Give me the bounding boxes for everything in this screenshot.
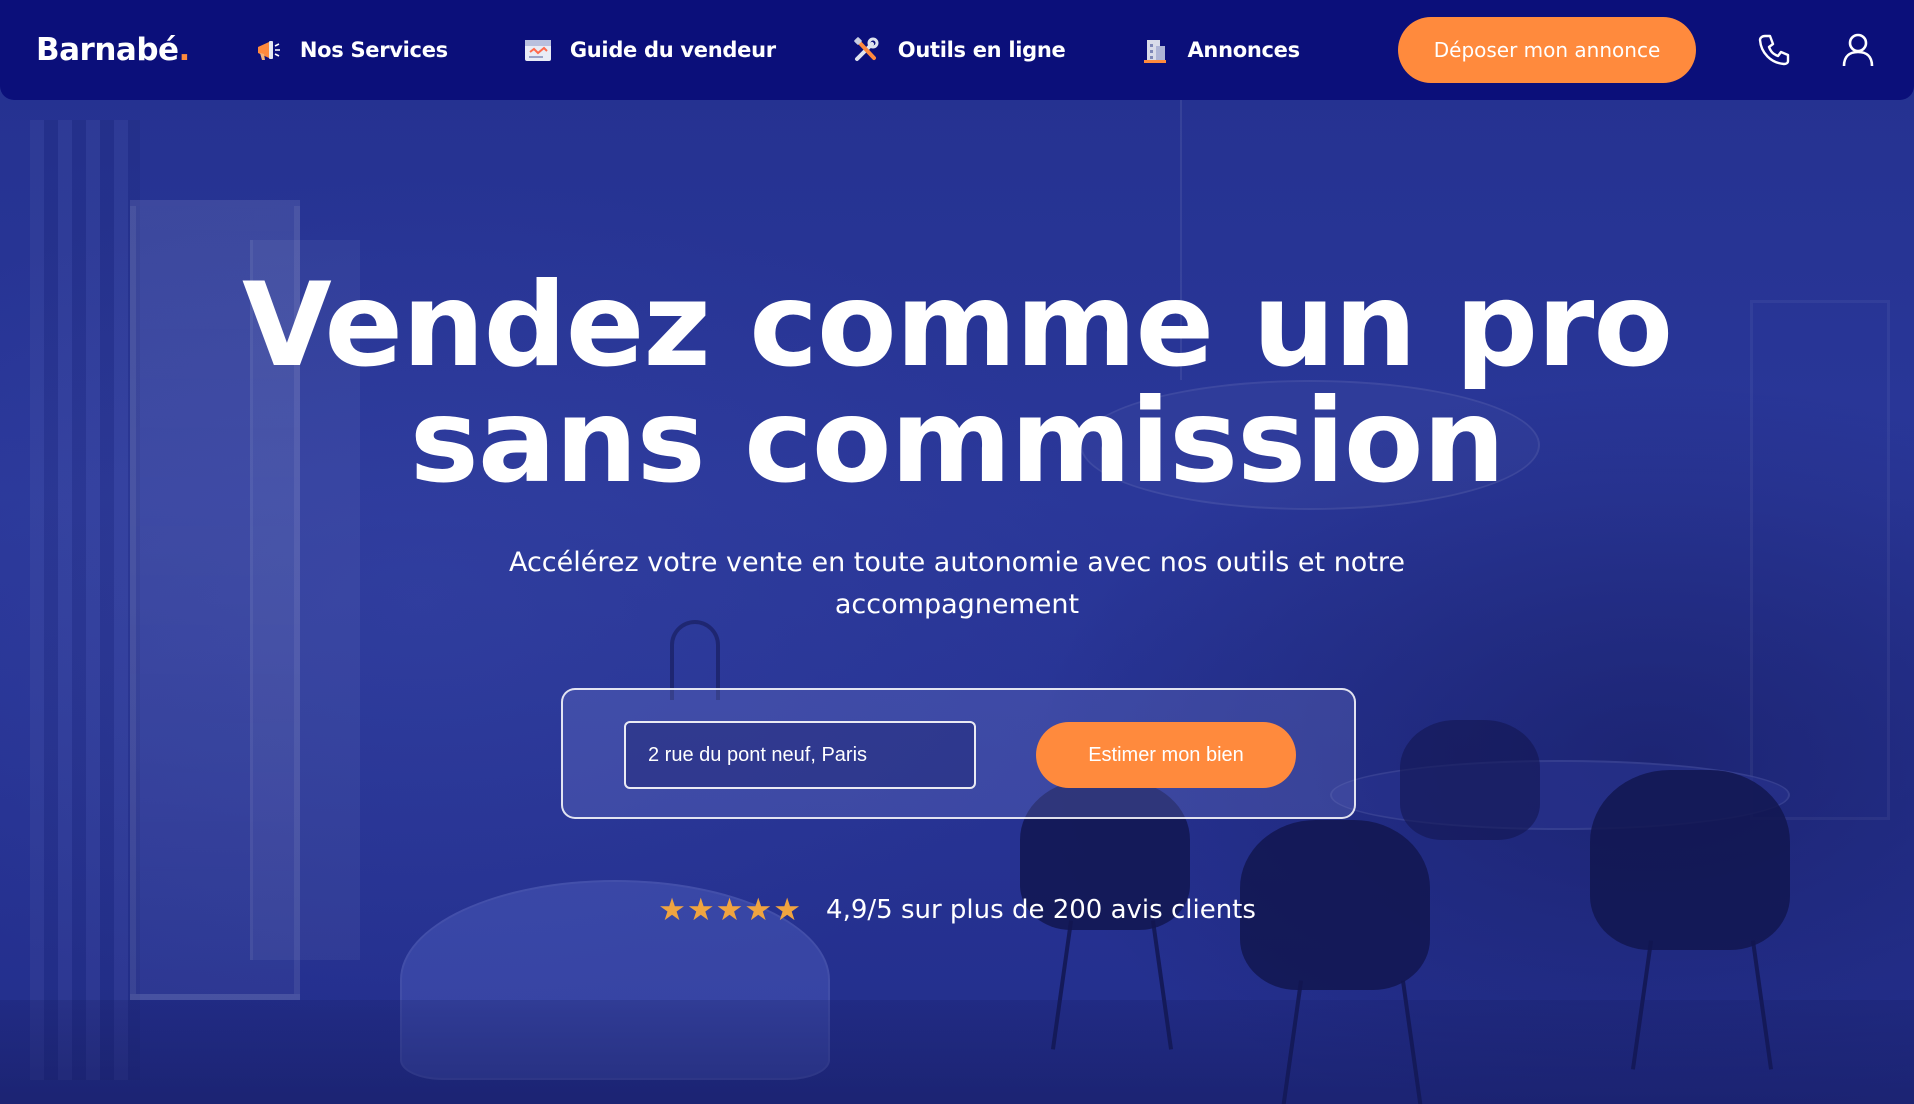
star-rating-icon: ★★★★★ — [658, 892, 803, 927]
floor — [0, 1000, 1914, 1104]
building-icon — [1141, 36, 1169, 64]
brand-logo[interactable]: Barnabé. — [36, 32, 190, 68]
post-listing-button[interactable]: Déposer mon annonce — [1398, 17, 1696, 83]
nav-actions: Déposer mon annonce — [1398, 17, 1878, 83]
user-icon[interactable] — [1838, 30, 1878, 70]
nav-label: Guide du vendeur — [569, 38, 776, 62]
nav-item-guide[interactable]: Guide du vendeur — [524, 36, 776, 64]
main-nav: Nos Services Guide du vendeur Outils en … — [254, 36, 1376, 64]
phone-icon[interactable] — [1754, 30, 1794, 70]
hero-subheadline: Accélérez votre vente en toute autonomie… — [457, 542, 1457, 626]
nav-item-services[interactable]: Nos Services — [254, 36, 448, 64]
headline-line-2: sans commission — [409, 374, 1505, 509]
subheadline-line-2: accompagnement — [834, 589, 1080, 620]
estimate-form: Estimer mon bien — [561, 688, 1356, 819]
megaphone-icon — [254, 36, 282, 64]
rating-text: 4,9/5 sur plus de 200 avis clients — [826, 895, 1256, 925]
curtain — [30, 120, 140, 1080]
nav-label: Nos Services — [299, 38, 448, 62]
nav-item-tools[interactable]: Outils en ligne — [852, 36, 1066, 64]
calendar-guide-icon — [524, 36, 552, 64]
estimate-button[interactable]: Estimer mon bien — [1036, 722, 1296, 788]
brand-name: Barnabé — [36, 32, 179, 68]
address-input[interactable] — [624, 721, 976, 789]
top-navbar: Barnabé. Nos Services Guide du vendeur O… — [0, 0, 1914, 100]
chair — [1400, 720, 1540, 840]
brand-dot: . — [178, 32, 191, 68]
nav-label: Annonces — [1187, 38, 1300, 62]
nav-label: Outils en ligne — [897, 38, 1066, 62]
tools-icon — [852, 36, 880, 64]
subheadline-line-1: Accélérez votre vente en toute autonomie… — [508, 547, 1406, 578]
customer-rating: ★★★★★ 4,9/5 sur plus de 200 avis clients — [0, 892, 1914, 928]
headline-line-1: Vendez comme un pro — [241, 258, 1673, 393]
nav-item-annonces[interactable]: Annonces — [1141, 36, 1300, 64]
hero-headline: Vendez comme un pro sans commission — [0, 268, 1914, 500]
